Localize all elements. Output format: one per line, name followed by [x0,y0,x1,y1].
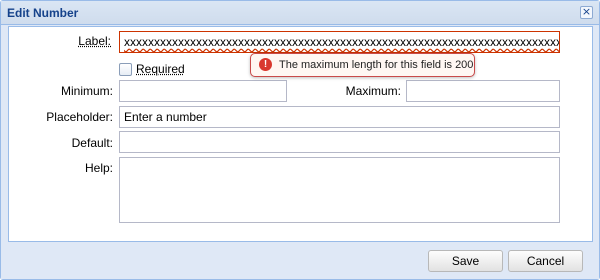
dialog-title: Edit Number [7,6,79,20]
dialog-footer: Save Cancel [1,242,599,279]
maximum-input[interactable] [406,80,560,102]
maximum-label: Maximum: [345,84,401,98]
minimum-input[interactable] [119,80,287,102]
minimum-label: Minimum: [60,84,113,98]
placeholder-input[interactable]: Enter a number [119,106,560,128]
close-button[interactable]: × [580,6,593,19]
save-button[interactable]: Save [428,250,503,272]
error-tooltip-text: The maximum length for this field is 200 [279,59,474,71]
default-input[interactable] [119,131,560,153]
required-checkbox[interactable] [119,63,132,76]
label-field-label: Label: [78,34,111,48]
required-label[interactable]: Required [136,62,185,76]
edit-number-dialog: Edit Number × Label: xxxxxxxxxxxxxxxxxxx… [0,0,600,280]
default-label: Default: [71,136,113,150]
cancel-button[interactable]: Cancel [508,250,583,272]
error-tooltip: ! The maximum length for this field is 2… [250,53,475,77]
placeholder-label: Placeholder: [46,110,113,124]
help-label: Help: [84,161,113,175]
label-input[interactable]: xxxxxxxxxxxxxxxxxxxxxxxxxxxxxxxxxxxxxxxx… [119,31,560,53]
dialog-titlebar[interactable]: Edit Number × [1,1,599,25]
close-icon: × [581,5,592,18]
help-textarea[interactable] [119,157,560,223]
error-icon: ! [259,58,272,71]
